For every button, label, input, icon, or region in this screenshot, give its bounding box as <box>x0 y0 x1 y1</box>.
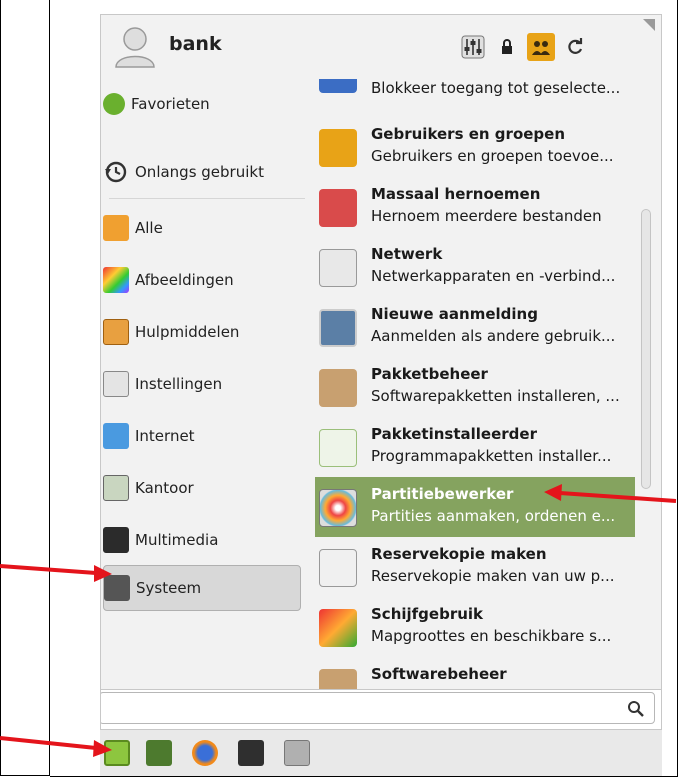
annotation-arrows <box>0 484 677 757</box>
arrow-systeem <box>0 564 112 582</box>
arrow-partitiebewerker <box>544 484 677 503</box>
arrow-menu-button <box>0 736 112 757</box>
